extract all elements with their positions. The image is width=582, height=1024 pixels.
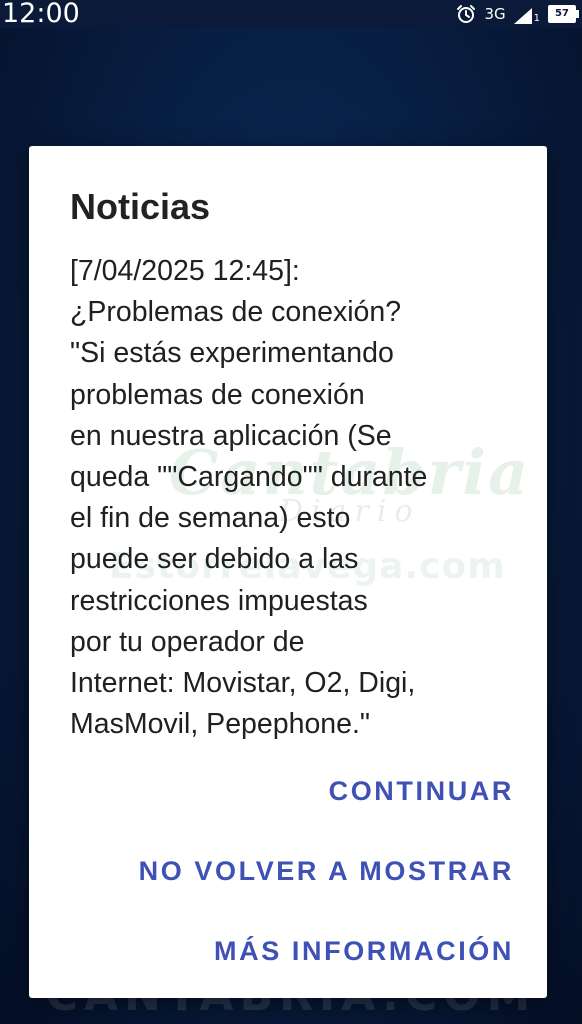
message-line: por tu operador de: [70, 625, 305, 658]
message-line: queda ""Cargando"" durante: [70, 461, 428, 494]
more-info-button[interactable]: MÁS INFORMACIÓN: [214, 936, 514, 967]
message-line: "Si estás experimentando: [70, 337, 394, 370]
status-time: 12:00: [2, 0, 80, 29]
dialog-title: Noticias: [70, 186, 211, 227]
message-line: ¿Problemas de conexión?: [70, 296, 402, 329]
message-line: en nuestra aplicación (Se: [70, 419, 392, 452]
message-line: [7/04/2025 12:45]:: [70, 255, 300, 287]
network-type-label: 3G: [484, 5, 506, 23]
message-line: MasMovil, Pepephone.": [70, 708, 371, 741]
news-dialog: Cantabria Diario Estorrelavega.com Notic…: [29, 146, 547, 998]
battery-level: 57: [555, 8, 569, 19]
alarm-icon: [456, 4, 476, 24]
message-line: Internet: Movistar, O2, Digi,: [70, 667, 416, 700]
message-line: problemas de conexión: [70, 378, 365, 411]
message-line: puede ser debido a las: [70, 543, 359, 576]
dialog-message: [7/04/2025 12:45]: ¿Problemas de conexió…: [70, 251, 510, 745]
signal-icon: 1: [513, 5, 540, 24]
status-indicators: 3G 1 57: [456, 0, 579, 28]
message-line: restricciones impuestas: [70, 584, 368, 617]
battery-icon: 57: [548, 5, 579, 23]
dont-show-again-button[interactable]: NO VOLVER A MOSTRAR: [139, 856, 514, 887]
sim-slot-label: 1: [533, 12, 540, 24]
status-bar: 12:00 3G 1 57: [0, 0, 582, 29]
message-line: el fin de semana) esto: [70, 502, 351, 535]
continue-button[interactable]: CONTINUAR: [329, 776, 514, 807]
